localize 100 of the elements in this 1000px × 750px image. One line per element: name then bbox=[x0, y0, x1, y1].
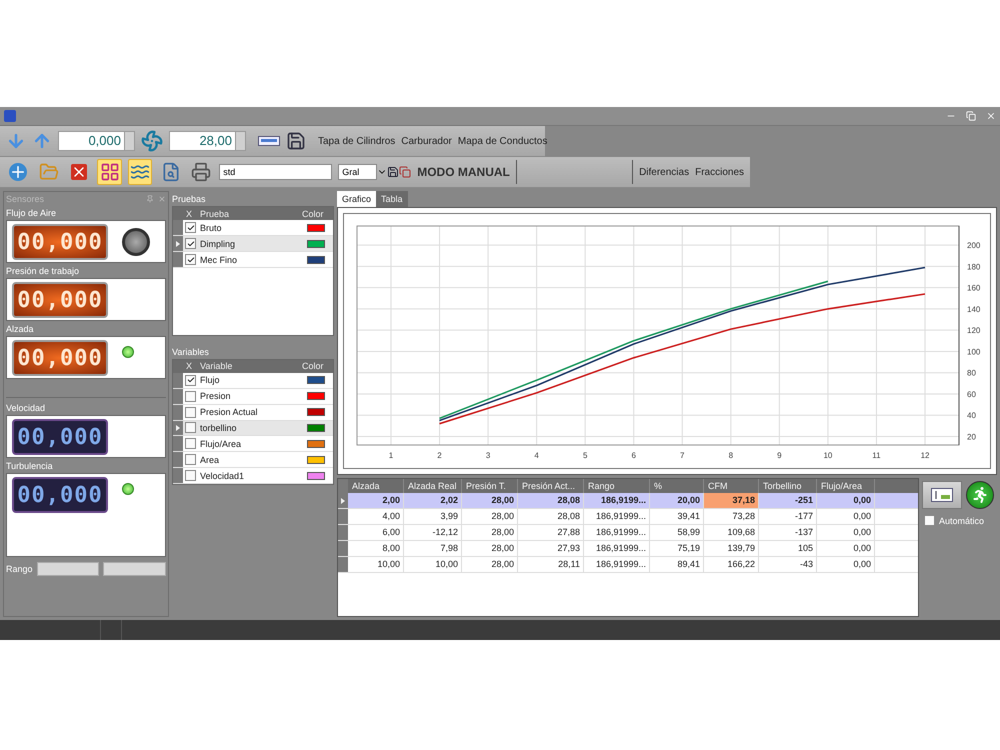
x-tick-label: 11 bbox=[872, 451, 881, 460]
toolbar-link[interactable]: Mapa de Conductos bbox=[458, 136, 548, 146]
table-cell: 166,22 bbox=[704, 557, 759, 572]
table-cell: 10,00 bbox=[404, 557, 462, 572]
y-tick-label: 40 bbox=[967, 411, 976, 420]
gauge-strip-icon bbox=[258, 136, 280, 146]
checkbox[interactable] bbox=[185, 454, 196, 466]
table-cell: 28,00 bbox=[462, 541, 518, 556]
row-header[interactable] bbox=[173, 236, 183, 251]
grid-row[interactable]: Presion Actual bbox=[173, 404, 333, 421]
table-row[interactable]: 6,00 -12,12 28,00 27,88 186,91999... 58,99 109,68 -137 0,00 bbox=[338, 525, 918, 541]
pin-icon[interactable] bbox=[146, 194, 154, 202]
y-tick-label: 140 bbox=[967, 304, 980, 314]
close-icon[interactable] bbox=[158, 194, 166, 202]
table-cell-text: Area bbox=[199, 454, 220, 465]
row-header[interactable] bbox=[173, 404, 183, 420]
checkbox[interactable] bbox=[185, 222, 196, 233]
toolbar-link[interactable]: Carburador bbox=[401, 136, 452, 146]
number-field[interactable]: 28,00 bbox=[169, 131, 236, 151]
grid-row[interactable]: Mec Fino bbox=[173, 252, 333, 268]
checkbox[interactable] bbox=[924, 515, 935, 526]
table-row[interactable]: 2,00 2,02 28,00 28,08 186,9199... 20,00 37,18 -251 0,00 bbox=[338, 493, 918, 509]
number-field[interactable]: 0,000 bbox=[58, 131, 125, 151]
combo-field[interactable]: Gral bbox=[338, 164, 378, 180]
ellipsis-button[interactable] bbox=[236, 131, 246, 151]
name-field[interactable]: std bbox=[219, 164, 332, 180]
toolbar-link[interactable]: Fracciones bbox=[695, 166, 744, 178]
grid-row[interactable]: Flujo bbox=[173, 372, 333, 389]
row-header[interactable] bbox=[173, 436, 183, 452]
checkbox[interactable] bbox=[185, 406, 196, 418]
tab[interactable]: Grafico bbox=[337, 191, 376, 207]
table-cell-text: Flujo bbox=[199, 375, 221, 386]
save-icon[interactable] bbox=[387, 166, 400, 178]
sensor-label: Flujo de Aire bbox=[6, 208, 58, 218]
range-field[interactable] bbox=[103, 562, 166, 576]
checkbox[interactable] bbox=[185, 438, 196, 450]
row-header[interactable] bbox=[338, 493, 348, 508]
x-tick-label: 8 bbox=[728, 451, 734, 460]
column-header: Color bbox=[301, 208, 325, 218]
close-icon[interactable] bbox=[986, 111, 996, 121]
column-header: X bbox=[185, 361, 194, 372]
table-row[interactable]: 8,00 7,98 28,00 27,93 186,91999... 75,19 139,79 105 0,00 bbox=[338, 541, 918, 557]
checkbox[interactable] bbox=[185, 422, 196, 434]
row-header[interactable] bbox=[173, 452, 183, 468]
grid-icon bbox=[100, 162, 120, 182]
layout-button[interactable] bbox=[922, 481, 962, 509]
wave-lines-button[interactable] bbox=[128, 159, 152, 185]
sensor-label: Turbulencia bbox=[6, 461, 54, 471]
table-cell: 28,00 bbox=[462, 509, 518, 524]
tab[interactable]: Tabla bbox=[376, 191, 408, 207]
table-cell: 28,08 bbox=[518, 509, 584, 524]
restore-icon[interactable] bbox=[966, 111, 976, 121]
table-row[interactable]: 4,00 3,99 28,00 28,08 186,91999... 39,41 73,28 -177 0,00 bbox=[338, 509, 918, 525]
x-tick-label: 1 bbox=[388, 451, 394, 460]
table-cell: 28,00 bbox=[462, 557, 518, 572]
y-tick-label: 200 bbox=[967, 241, 980, 250]
grid-row[interactable]: torbellino bbox=[173, 420, 333, 436]
table-cell: 2,00 bbox=[348, 493, 404, 508]
table-cell: 186,9199... bbox=[584, 493, 650, 508]
checkbox[interactable] bbox=[185, 238, 196, 249]
y-tick-label: 60 bbox=[967, 390, 976, 399]
checkbox[interactable] bbox=[185, 390, 196, 402]
x-tick-label: 12 bbox=[920, 451, 930, 460]
checkbox[interactable] bbox=[185, 254, 196, 265]
checkbox[interactable] bbox=[185, 470, 196, 482]
ellipsis-button[interactable] bbox=[125, 131, 135, 151]
table-cell: 0,00 bbox=[817, 509, 875, 524]
table-cell: 28,00 bbox=[462, 493, 518, 508]
table-cell: 2,02 bbox=[404, 493, 462, 508]
checkbox[interactable] bbox=[185, 374, 196, 386]
run-button[interactable] bbox=[966, 481, 994, 509]
column-header: Variable bbox=[199, 361, 234, 372]
table-cell: 37,18 bbox=[704, 493, 759, 508]
y-tick-label: 180 bbox=[967, 262, 980, 272]
table-cell: 0,00 bbox=[817, 525, 875, 540]
table-cell: 75,19 bbox=[650, 541, 704, 556]
table-cell: 7,98 bbox=[404, 541, 462, 556]
table-row[interactable]: 10,00 10,00 28,00 28,11 186,91999... 89,41 166,22 -43 0,00 bbox=[338, 557, 918, 573]
digital-display: 00,000 bbox=[12, 419, 108, 455]
color-grid-button[interactable] bbox=[97, 159, 122, 185]
section-title: Pruebas bbox=[172, 194, 207, 204]
grid-row[interactable]: Area bbox=[173, 452, 333, 468]
table-cell: -251 bbox=[759, 493, 817, 508]
grid-row[interactable]: Presion bbox=[173, 388, 333, 405]
app-icon bbox=[4, 110, 16, 122]
row-header[interactable] bbox=[173, 468, 183, 484]
toolbar-link[interactable]: Tapa de Cilindros bbox=[318, 136, 396, 146]
fan-button[interactable] bbox=[141, 128, 163, 154]
grid-row[interactable]: Flujo/Area bbox=[173, 436, 333, 452]
table-cell: 28,00 bbox=[462, 525, 518, 540]
table-cell: 109,68 bbox=[704, 525, 759, 540]
toolbar-link[interactable]: Diferencias bbox=[639, 166, 690, 178]
row-header[interactable] bbox=[173, 420, 183, 436]
grid-row[interactable]: Bruto bbox=[173, 220, 333, 236]
table-cell: 27,93 bbox=[518, 541, 584, 556]
grid-row[interactable]: Velocidad1 bbox=[173, 468, 333, 484]
range-field[interactable] bbox=[36, 562, 100, 576]
table-cell: 10,00 bbox=[348, 557, 404, 572]
table-cell-text: Dimpling bbox=[199, 238, 236, 248]
grid-row[interactable]: Dimpling bbox=[173, 236, 333, 252]
